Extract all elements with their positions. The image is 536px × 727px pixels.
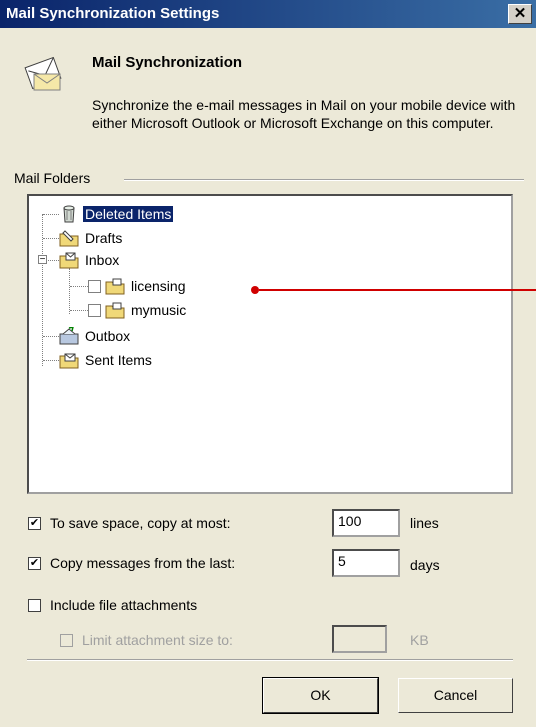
tree-line: [48, 260, 59, 261]
copy-from-last-checkbox[interactable]: ✔: [28, 556, 41, 570]
tree-line: [43, 238, 59, 239]
mail-sync-icon: [24, 56, 62, 91]
mymusic-checkbox[interactable]: [88, 303, 101, 317]
sent-folder-icon: [59, 353, 79, 369]
limit-attachment-option: Limit attachment size to:: [60, 632, 233, 648]
tree-item-drafts[interactable]: Drafts: [59, 228, 124, 248]
title-bar[interactable]: Mail Synchronization Settings ✕: [0, 0, 536, 28]
tree-item-label: mymusic: [131, 302, 187, 318]
tree-line: [69, 268, 70, 314]
group-divider: [124, 179, 524, 181]
drafts-folder-icon: [59, 230, 79, 247]
tree-item-outbox[interactable]: Outbox: [59, 326, 132, 346]
mail-folders-label: Mail Folders: [14, 170, 91, 186]
tree-item-label: Sent Items: [85, 352, 152, 368]
tree-item-mymusic[interactable]: mymusic: [88, 300, 188, 320]
tree-item-label: Deleted Items: [81, 205, 175, 223]
include-attachments-label: Include file attachments: [50, 597, 198, 613]
tree-line: [43, 214, 59, 215]
tree-item-deleted-items[interactable]: Deleted Items: [59, 204, 175, 224]
tree-item-label: Drafts: [85, 230, 123, 246]
copy-from-last-option[interactable]: ✔ Copy messages from the last:: [28, 555, 235, 571]
attachment-size-input: [332, 625, 387, 653]
lines-unit-label: lines: [410, 515, 439, 531]
tree-item-label: licensing: [131, 278, 186, 294]
inbox-expander[interactable]: −: [38, 255, 47, 265]
tree-item-label: Outbox: [85, 328, 131, 344]
tree-item-sent-items[interactable]: Sent Items: [59, 350, 154, 370]
dialog-description: Synchronize the e-mail messages in Mail …: [92, 97, 516, 131]
outbox-folder-icon: [59, 327, 79, 345]
annotation-marker: [251, 286, 259, 294]
limit-attachment-label: Limit attachment size to:: [82, 632, 233, 648]
tree-line: [43, 360, 59, 361]
tree-item-inbox[interactable]: Inbox: [59, 250, 121, 270]
copy-from-last-label: Copy messages from the last:: [50, 555, 236, 571]
tree-line: [42, 214, 43, 366]
tree-line: [70, 310, 88, 311]
copy-at-most-checkbox[interactable]: ✔: [28, 516, 41, 530]
tree-item-licensing[interactable]: licensing: [88, 276, 187, 296]
licensing-checkbox[interactable]: [88, 279, 101, 293]
days-input[interactable]: 5: [332, 549, 400, 577]
tree-line: [43, 336, 59, 337]
days-unit-label: days: [410, 557, 440, 573]
copy-at-most-label: To save space, copy at most:: [50, 515, 231, 531]
inbox-folder-icon: [59, 252, 79, 269]
tree-line: [70, 286, 88, 287]
dialog-heading: Mail Synchronization: [92, 54, 243, 71]
trash-folder-icon: [63, 205, 75, 223]
tree-item-label: Inbox: [85, 252, 120, 268]
copy-at-most-option[interactable]: ✔ To save space, copy at most:: [28, 515, 231, 531]
ok-button[interactable]: OK: [262, 677, 379, 714]
dialog-window: Mail Synchronization Settings ✕ Mail Syn…: [0, 0, 536, 727]
lines-input[interactable]: 100: [332, 509, 400, 537]
folder-icon: [105, 302, 125, 319]
include-attachments-option[interactable]: Include file attachments: [28, 597, 197, 613]
button-divider: [27, 659, 513, 661]
annotation-line: [259, 289, 536, 291]
close-button[interactable]: ✕: [508, 4, 532, 24]
window-title: Mail Synchronization Settings: [6, 5, 220, 22]
folder-tree[interactable]: − Deleted Items Drafts Inbox licensing m…: [27, 194, 513, 494]
kb-unit-label: KB: [410, 632, 429, 648]
cancel-button[interactable]: Cancel: [398, 678, 513, 713]
limit-attachment-checkbox: [60, 633, 73, 647]
folder-icon: [105, 278, 125, 295]
include-attachments-checkbox[interactable]: [28, 598, 41, 612]
